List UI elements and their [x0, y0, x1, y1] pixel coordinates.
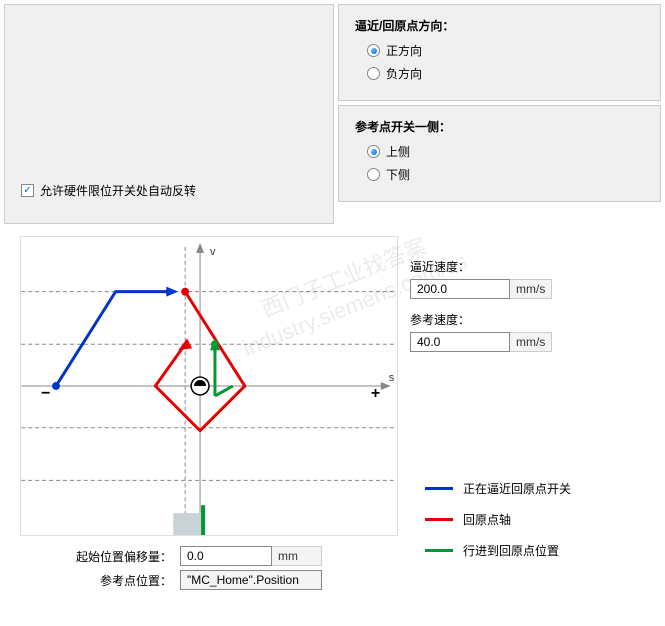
radio-icon	[367, 145, 380, 158]
svg-text:−: −	[41, 385, 50, 402]
direction-panel: 逼近/回原点方向： 正方向 负方向	[338, 4, 661, 101]
auto-reverse-label: 允许硬件限位开关处自动反转	[40, 182, 196, 199]
approach-speed-label: 逼近速度：	[410, 258, 552, 275]
refside-lower[interactable]: 下侧	[367, 166, 644, 183]
s-axis-label: s	[389, 372, 395, 384]
refpos-label: 参考点位置：	[60, 572, 180, 589]
refside-panel: 参考点开关一侧： 上侧 下侧	[338, 105, 661, 202]
ref-speed-label: 参考速度：	[410, 311, 552, 328]
auto-reverse-checkbox[interactable]: ✓ 允许硬件限位开关处自动反转	[21, 182, 196, 199]
offset-unit: mm	[272, 546, 322, 566]
swatch-green-icon	[425, 549, 453, 552]
radio-icon	[367, 67, 380, 80]
swatch-blue-icon	[425, 487, 453, 490]
direction-title: 逼近/回原点方向：	[355, 17, 644, 34]
ref-speed-unit: mm/s	[510, 332, 552, 352]
refpos-input[interactable]	[180, 570, 322, 590]
approach-speed-input[interactable]	[410, 279, 510, 299]
legend-blue: 正在逼近回原点开关	[425, 480, 571, 497]
refside-upper[interactable]: 上侧	[367, 143, 644, 160]
radio-icon	[367, 168, 380, 181]
svg-text:+: +	[371, 385, 380, 402]
reverse-panel: ✓ 允许硬件限位开关处自动反转	[4, 4, 334, 224]
refside-title: 参考点开关一侧：	[355, 118, 644, 135]
swatch-red-icon	[425, 518, 453, 521]
offset-input[interactable]	[180, 546, 272, 566]
offset-label: 起始位置偏移量：	[60, 548, 180, 565]
legend: 正在逼近回原点开关 回原点轴 行进到回原点位置	[425, 480, 571, 573]
v-axis-label: v	[210, 246, 216, 258]
legend-green: 行进到回原点位置	[425, 542, 571, 559]
radio-icon	[367, 44, 380, 57]
direction-positive[interactable]: 正方向	[367, 42, 644, 59]
legend-red: 回原点轴	[425, 511, 571, 528]
check-icon: ✓	[21, 184, 34, 197]
direction-negative[interactable]: 负方向	[367, 65, 644, 82]
ref-speed-input[interactable]	[410, 332, 510, 352]
homing-graph: v s − +	[20, 236, 398, 536]
approach-speed-unit: mm/s	[510, 279, 552, 299]
